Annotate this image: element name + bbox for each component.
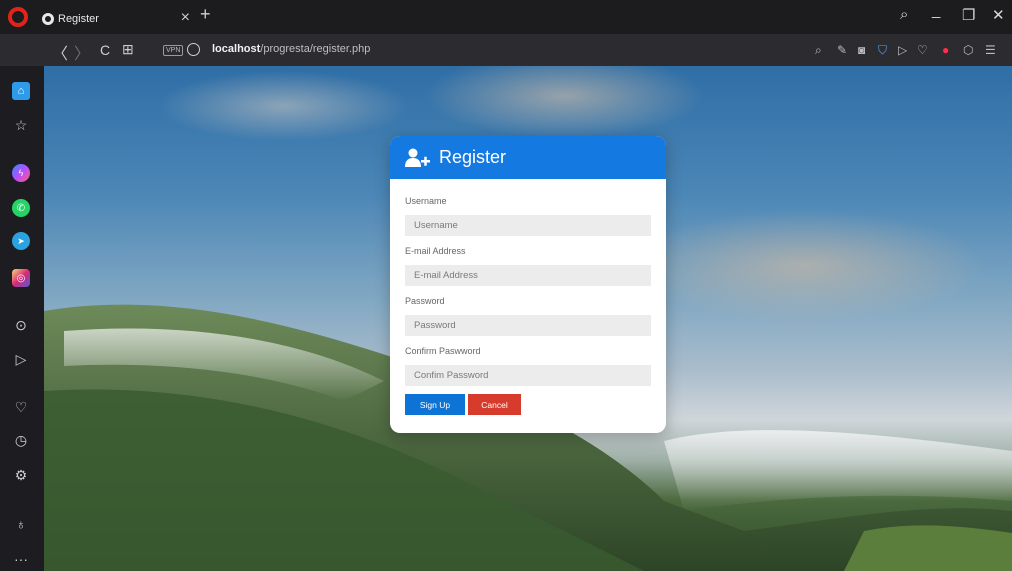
- sidebar: ⌂ ☆ ϟ ✆ ➤ ◎ ⊙ ▷ ♡ ◷ ⚙ ♁ ···: [0, 66, 44, 571]
- reload-button[interactable]: C: [100, 42, 110, 58]
- tab-register[interactable]: Register ×: [38, 6, 196, 32]
- page-viewport: Register Username E-mail Address Passwor…: [44, 66, 1012, 571]
- minimize-button[interactable]: _: [932, 2, 940, 19]
- instagram-icon[interactable]: ◎: [12, 269, 30, 287]
- edit-icon[interactable]: ✎: [837, 43, 847, 57]
- settings-icon[interactable]: ⚙: [12, 466, 30, 484]
- history-icon[interactable]: ◷: [12, 431, 30, 449]
- add-user-icon: [405, 148, 430, 167]
- restore-button[interactable]: ❐: [962, 6, 975, 24]
- telegram-icon[interactable]: ➤: [12, 232, 30, 250]
- forward-button[interactable]: 〉: [74, 40, 90, 64]
- whatsapp-icon[interactable]: ✆: [12, 199, 30, 217]
- favorites-heart-icon[interactable]: ♡: [917, 43, 928, 57]
- confirm-password-label: Confirm Paswword: [405, 346, 481, 356]
- form-actions: Sign Up Cancel: [405, 394, 651, 415]
- email-label: E-mail Address: [405, 246, 466, 256]
- tab-strip: Register × + ⌕ _ ❐ ✕: [0, 0, 1012, 34]
- more-icon[interactable]: ···: [12, 550, 30, 568]
- password-label: Password: [405, 296, 445, 306]
- new-tab-button[interactable]: +: [200, 4, 211, 25]
- speed-dial-grid-icon[interactable]: ⊞: [122, 41, 134, 58]
- easy-setup-icon[interactable]: ☰: [985, 43, 996, 57]
- confirm-password-input[interactable]: [405, 365, 651, 386]
- tab-close-icon[interactable]: ×: [181, 9, 190, 27]
- username-input[interactable]: [405, 215, 651, 236]
- register-form: Username E-mail Address Password Confirm…: [390, 179, 666, 415]
- card-title: Register: [439, 147, 507, 167]
- address-bar: 〈 〉 C ⊞ VPN localhost/progresta/register…: [0, 34, 1012, 66]
- register-card: Register Username E-mail Address Passwor…: [390, 136, 666, 433]
- browser-window: Register × + ⌕ _ ❐ ✕ 〈 〉 C ⊞ VPN localho…: [0, 0, 1012, 571]
- sign-up-button[interactable]: Sign Up: [405, 394, 465, 415]
- opera-favicon-icon: [42, 13, 54, 25]
- adblock-icon[interactable]: ●: [942, 43, 949, 57]
- messenger-icon[interactable]: ϟ: [12, 164, 30, 182]
- player-icon[interactable]: ⊙: [12, 316, 30, 334]
- lightbulb-icon[interactable]: ♁: [12, 515, 30, 533]
- opera-menu-icon[interactable]: [8, 7, 28, 27]
- username-label: Username: [405, 196, 447, 206]
- star-icon[interactable]: ☆: [12, 116, 30, 134]
- close-window-button[interactable]: ✕: [992, 6, 1005, 24]
- card-header: Register: [390, 136, 666, 179]
- flow-icon[interactable]: ▷: [898, 43, 907, 57]
- site-info-globe-icon[interactable]: [187, 43, 200, 56]
- send-icon[interactable]: ▷: [12, 350, 30, 368]
- url-host: localhost: [212, 43, 261, 55]
- search-page-icon[interactable]: ⌕: [815, 43, 822, 58]
- email-input[interactable]: [405, 265, 651, 286]
- search-tabs-icon[interactable]: ⌕: [900, 6, 908, 23]
- vpn-badge[interactable]: VPN: [163, 45, 184, 56]
- heart-icon[interactable]: ♡: [12, 398, 30, 416]
- back-button[interactable]: 〈: [52, 40, 68, 64]
- shield-icon[interactable]: ⛉: [878, 43, 887, 58]
- snapshot-icon[interactable]: ◙: [858, 43, 865, 57]
- home-icon[interactable]: ⌂: [12, 82, 30, 100]
- tab-title: Register: [58, 13, 99, 25]
- url-path: /progresta/register.php: [260, 43, 371, 55]
- url-field[interactable]: localhost/progresta/register.php: [212, 43, 370, 55]
- password-input[interactable]: [405, 315, 651, 336]
- extensions-cube-icon[interactable]: ⬡: [963, 43, 973, 57]
- cancel-button[interactable]: Cancel: [468, 394, 521, 415]
